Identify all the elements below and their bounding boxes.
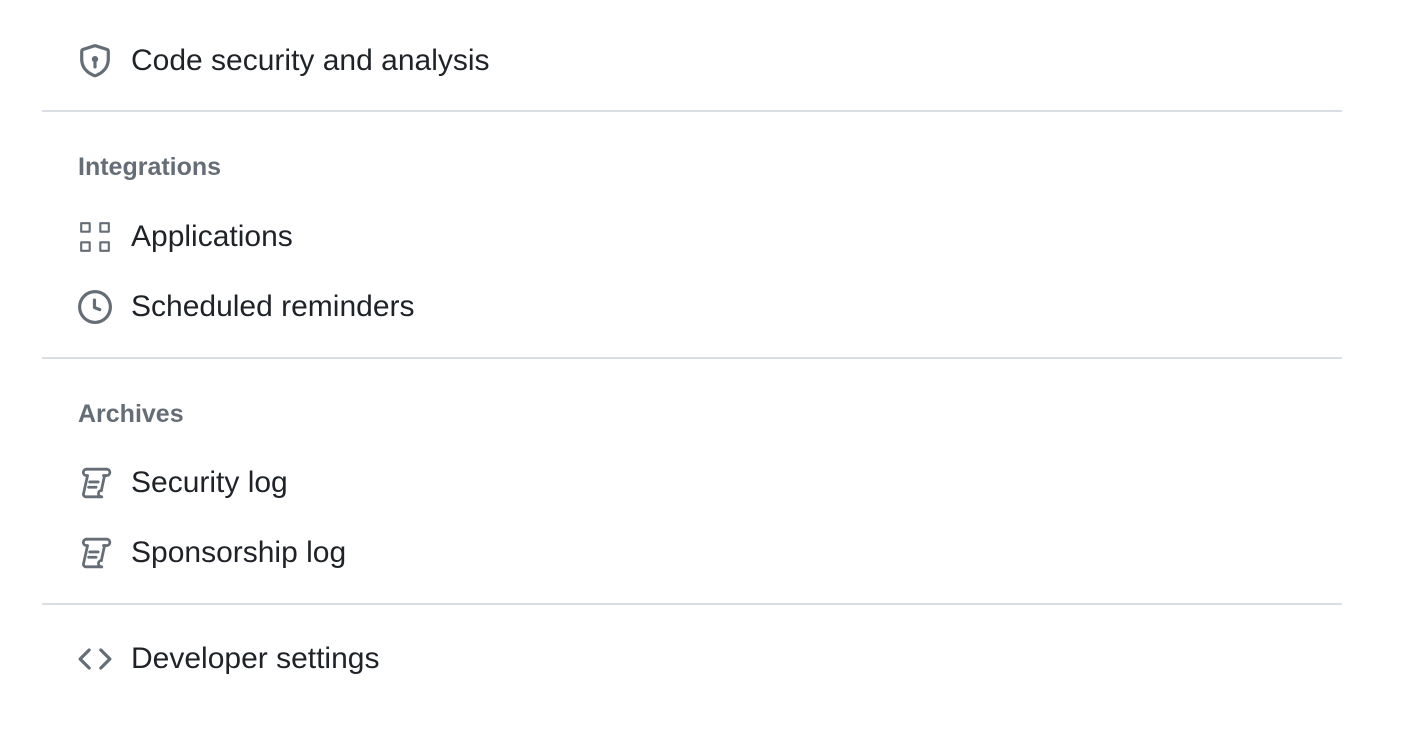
sidebar-item-label: Developer settings — [131, 642, 380, 675]
log-icon — [78, 466, 112, 500]
code-icon — [78, 642, 112, 676]
sidebar-item-developer-settings[interactable]: Developer settings — [78, 637, 379, 681]
sidebar-item-label: Security log — [131, 466, 288, 499]
shield-lock-icon — [78, 44, 112, 78]
sidebar-item-code-security[interactable]: Code security and analysis — [78, 39, 490, 83]
log-icon — [78, 536, 112, 570]
sidebar-item-applications[interactable]: Applications — [78, 215, 293, 259]
section-heading-integrations: Integrations — [78, 153, 222, 181]
section-divider — [42, 110, 1342, 112]
section-divider — [42, 603, 1342, 605]
apps-icon — [78, 220, 112, 254]
sidebar-item-sponsorship-log[interactable]: Sponsorship log — [78, 531, 346, 575]
clock-icon — [78, 290, 112, 324]
section-divider — [42, 357, 1342, 359]
sidebar-item-label: Code security and analysis — [131, 44, 490, 77]
sidebar-item-label: Applications — [131, 220, 293, 253]
sidebar-item-scheduled-reminders[interactable]: Scheduled reminders — [78, 285, 415, 329]
sidebar-item-label: Sponsorship log — [131, 536, 347, 569]
sidebar-item-security-log[interactable]: Security log — [78, 461, 288, 505]
settings-sidebar: Code security and analysis Integrations … — [0, 0, 1408, 746]
section-heading-archives: Archives — [78, 400, 184, 428]
sidebar-item-label: Scheduled reminders — [131, 290, 415, 323]
